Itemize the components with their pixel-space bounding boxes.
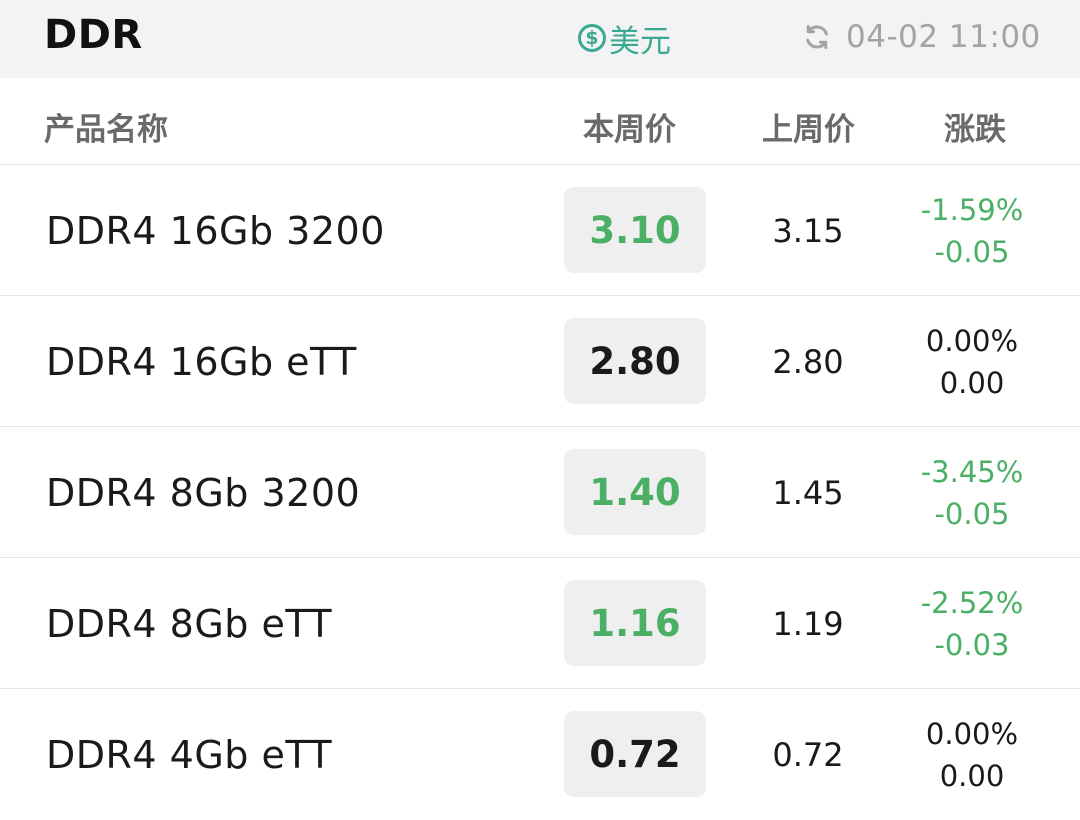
- change-percent: 0.00%: [925, 324, 1019, 358]
- last-week-price: 2.80: [772, 343, 844, 381]
- table-row[interactable]: DDR4 8Gb eTT 1.16 1.19 -2.52% -0.03: [0, 558, 1080, 689]
- table-row[interactable]: DDR4 8Gb 3200 1.40 1.45 -3.45% -0.05: [0, 427, 1080, 558]
- price-change: -2.52% -0.03: [902, 582, 1042, 666]
- last-week-price: 1.45: [772, 474, 844, 512]
- top-bar: DDR $ 美元 04-02 11:00: [0, 0, 1080, 78]
- change-percent: 0.00%: [925, 717, 1019, 751]
- table-row[interactable]: DDR4 16Gb 3200 3.10 3.15 -1.59% -0.05: [0, 165, 1080, 296]
- dollar-icon: $: [578, 24, 606, 52]
- this-week-price: 1.16: [564, 580, 706, 666]
- change-amount: 0.00: [939, 366, 1005, 400]
- product-name: DDR4 8Gb 3200: [46, 471, 361, 515]
- change-amount: 0.00: [939, 759, 1005, 793]
- price-change: 0.00% 0.00: [902, 320, 1042, 404]
- price-change: -1.59% -0.05: [902, 189, 1042, 273]
- table-header: 产品名称 本周价 上周价 涨跌: [0, 78, 1080, 165]
- column-header-last-week[interactable]: 上周价: [762, 104, 855, 149]
- page-title: DDR: [44, 12, 143, 58]
- last-week-price: 1.19: [772, 605, 844, 643]
- product-name: DDR4 8Gb eTT: [46, 602, 333, 646]
- this-week-price: 1.40: [564, 449, 706, 535]
- change-percent: -3.45%: [920, 455, 1024, 489]
- change-percent: -2.52%: [920, 586, 1024, 620]
- this-week-price: 3.10: [564, 187, 706, 273]
- change-percent: -1.59%: [920, 193, 1024, 227]
- change-amount: -0.05: [934, 235, 1010, 269]
- currency-selector[interactable]: $ 美元: [578, 18, 671, 60]
- updated-time: 04-02 11:00: [846, 19, 1041, 55]
- last-week-price: 0.72: [772, 736, 844, 774]
- product-name: DDR4 16Gb eTT: [46, 340, 357, 384]
- change-amount: -0.05: [934, 497, 1010, 531]
- product-name: DDR4 4Gb eTT: [46, 733, 333, 777]
- update-info: 04-02 11:00: [802, 16, 1041, 58]
- product-name: DDR4 16Gb 3200: [46, 209, 385, 253]
- this-week-price: 2.80: [564, 318, 706, 404]
- last-week-price: 3.15: [772, 212, 844, 250]
- table-row[interactable]: DDR4 16Gb eTT 2.80 2.80 0.00% 0.00: [0, 296, 1080, 427]
- column-header-change[interactable]: 涨跌: [944, 104, 1006, 149]
- column-header-this-week[interactable]: 本周价: [583, 104, 676, 149]
- this-week-price: 0.72: [564, 711, 706, 797]
- column-header-name: 产品名称: [44, 112, 168, 148]
- change-amount: -0.03: [934, 628, 1010, 662]
- refresh-icon[interactable]: [802, 22, 832, 52]
- table-row[interactable]: DDR4 4Gb eTT 0.72 0.72 0.00% 0.00: [0, 689, 1080, 820]
- price-change: 0.00% 0.00: [902, 713, 1042, 797]
- price-change: -3.45% -0.05: [902, 451, 1042, 535]
- currency-label: 美元: [609, 23, 671, 60]
